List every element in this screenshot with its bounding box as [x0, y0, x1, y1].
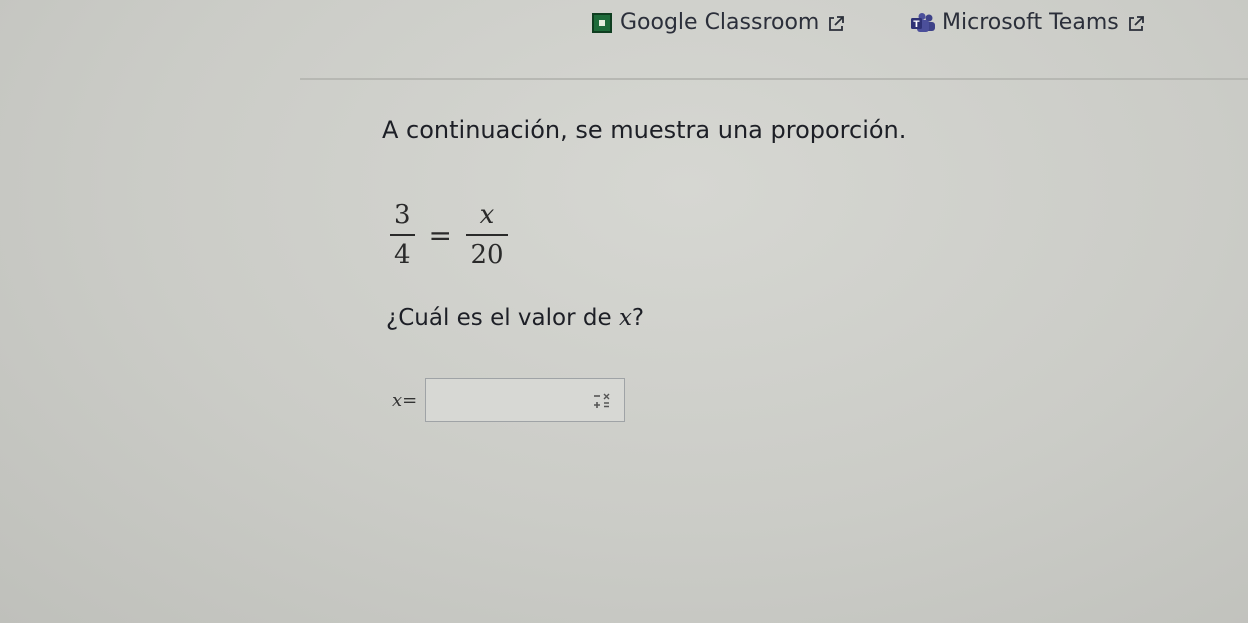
math-keypad-icon[interactable] [592, 391, 612, 411]
microsoft-teams-link[interactable]: T Microsoft Teams [910, 10, 1145, 35]
right-numerator: x [479, 200, 495, 230]
divider [300, 78, 1248, 80]
fraction-bar [466, 234, 509, 236]
answer-label-variable: x [392, 389, 403, 411]
svg-text:T: T [913, 20, 920, 30]
google-classroom-icon [592, 12, 612, 33]
microsoft-teams-icon: T [910, 12, 936, 34]
external-link-icon [827, 14, 845, 32]
microsoft-teams-label: Microsoft Teams [942, 10, 1119, 35]
left-numerator: 3 [394, 200, 411, 230]
prompt-variable: x [618, 305, 632, 331]
share-bar: Google Classroom T Microsoft Teams [592, 10, 1192, 46]
google-classroom-label: Google Classroom [620, 10, 820, 35]
fraction-bar [390, 234, 415, 236]
left-denominator: 4 [394, 240, 411, 270]
question-prompt: ¿Cuál es el valor de x? [386, 305, 644, 331]
question-intro: A continuación, se muestra una proporció… [382, 116, 907, 144]
answer-label-equals: = [402, 389, 418, 411]
external-link-icon [1127, 14, 1145, 32]
google-classroom-link[interactable]: Google Classroom [592, 10, 845, 35]
answer-label: x= [392, 390, 417, 411]
answer-row: x= [392, 378, 626, 422]
prompt-text: ¿Cuál es el valor de [386, 305, 619, 331]
equals-sign: = [428, 218, 453, 252]
prompt-end: ? [631, 305, 645, 331]
right-denominator: 20 [470, 240, 504, 270]
answer-input[interactable] [425, 378, 626, 422]
right-fraction: x 20 [466, 199, 509, 271]
proportion-equation: 3 4 = x 20 [386, 190, 512, 280]
left-fraction: 3 4 [390, 199, 415, 271]
screen: Google Classroom T Microsoft Teams A con… [0, 0, 1248, 623]
